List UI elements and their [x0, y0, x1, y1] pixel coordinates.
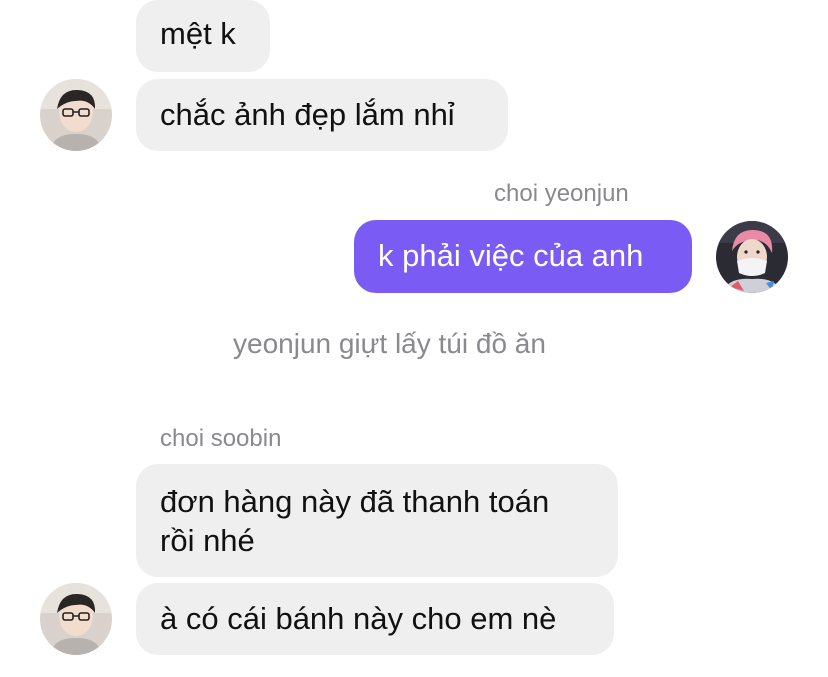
message-text: k phải việc của anh — [378, 238, 644, 273]
message-bubble-outgoing[interactable]: k phải việc của anh — [354, 220, 692, 293]
message-text: à có cái bánh này cho em nè — [160, 601, 557, 636]
outgoing-user-avatar[interactable] — [716, 221, 788, 293]
message-bubble-incoming[interactable]: đơn hàng này đã thanh toán rồi nhé — [136, 464, 618, 577]
system-note: yeonjun giựt lấy túi đồ ăn — [233, 328, 546, 359]
message-bubble-incoming[interactable]: chắc ảnh đẹp lắm nhỉ — [136, 79, 508, 151]
message-text: chắc ảnh đẹp lắm nhỉ — [160, 97, 455, 132]
user-avatar-icon — [716, 221, 788, 293]
user-avatar-icon — [40, 583, 112, 655]
message-bubble-incoming[interactable]: mệt k — [136, 0, 270, 72]
incoming-user-avatar[interactable] — [40, 583, 112, 655]
sender-name-label: choi soobin — [160, 425, 282, 452]
message-bubble-incoming[interactable]: à có cái bánh này cho em nè — [136, 583, 614, 655]
user-avatar-icon — [40, 79, 112, 151]
sender-name-label: choi yeonjun — [494, 180, 629, 207]
message-text: mệt k — [160, 16, 236, 51]
message-text-line: đơn hàng này đã thanh toán — [160, 484, 550, 519]
incoming-user-avatar[interactable] — [40, 79, 112, 151]
message-text-line: rồi nhé — [160, 523, 255, 558]
